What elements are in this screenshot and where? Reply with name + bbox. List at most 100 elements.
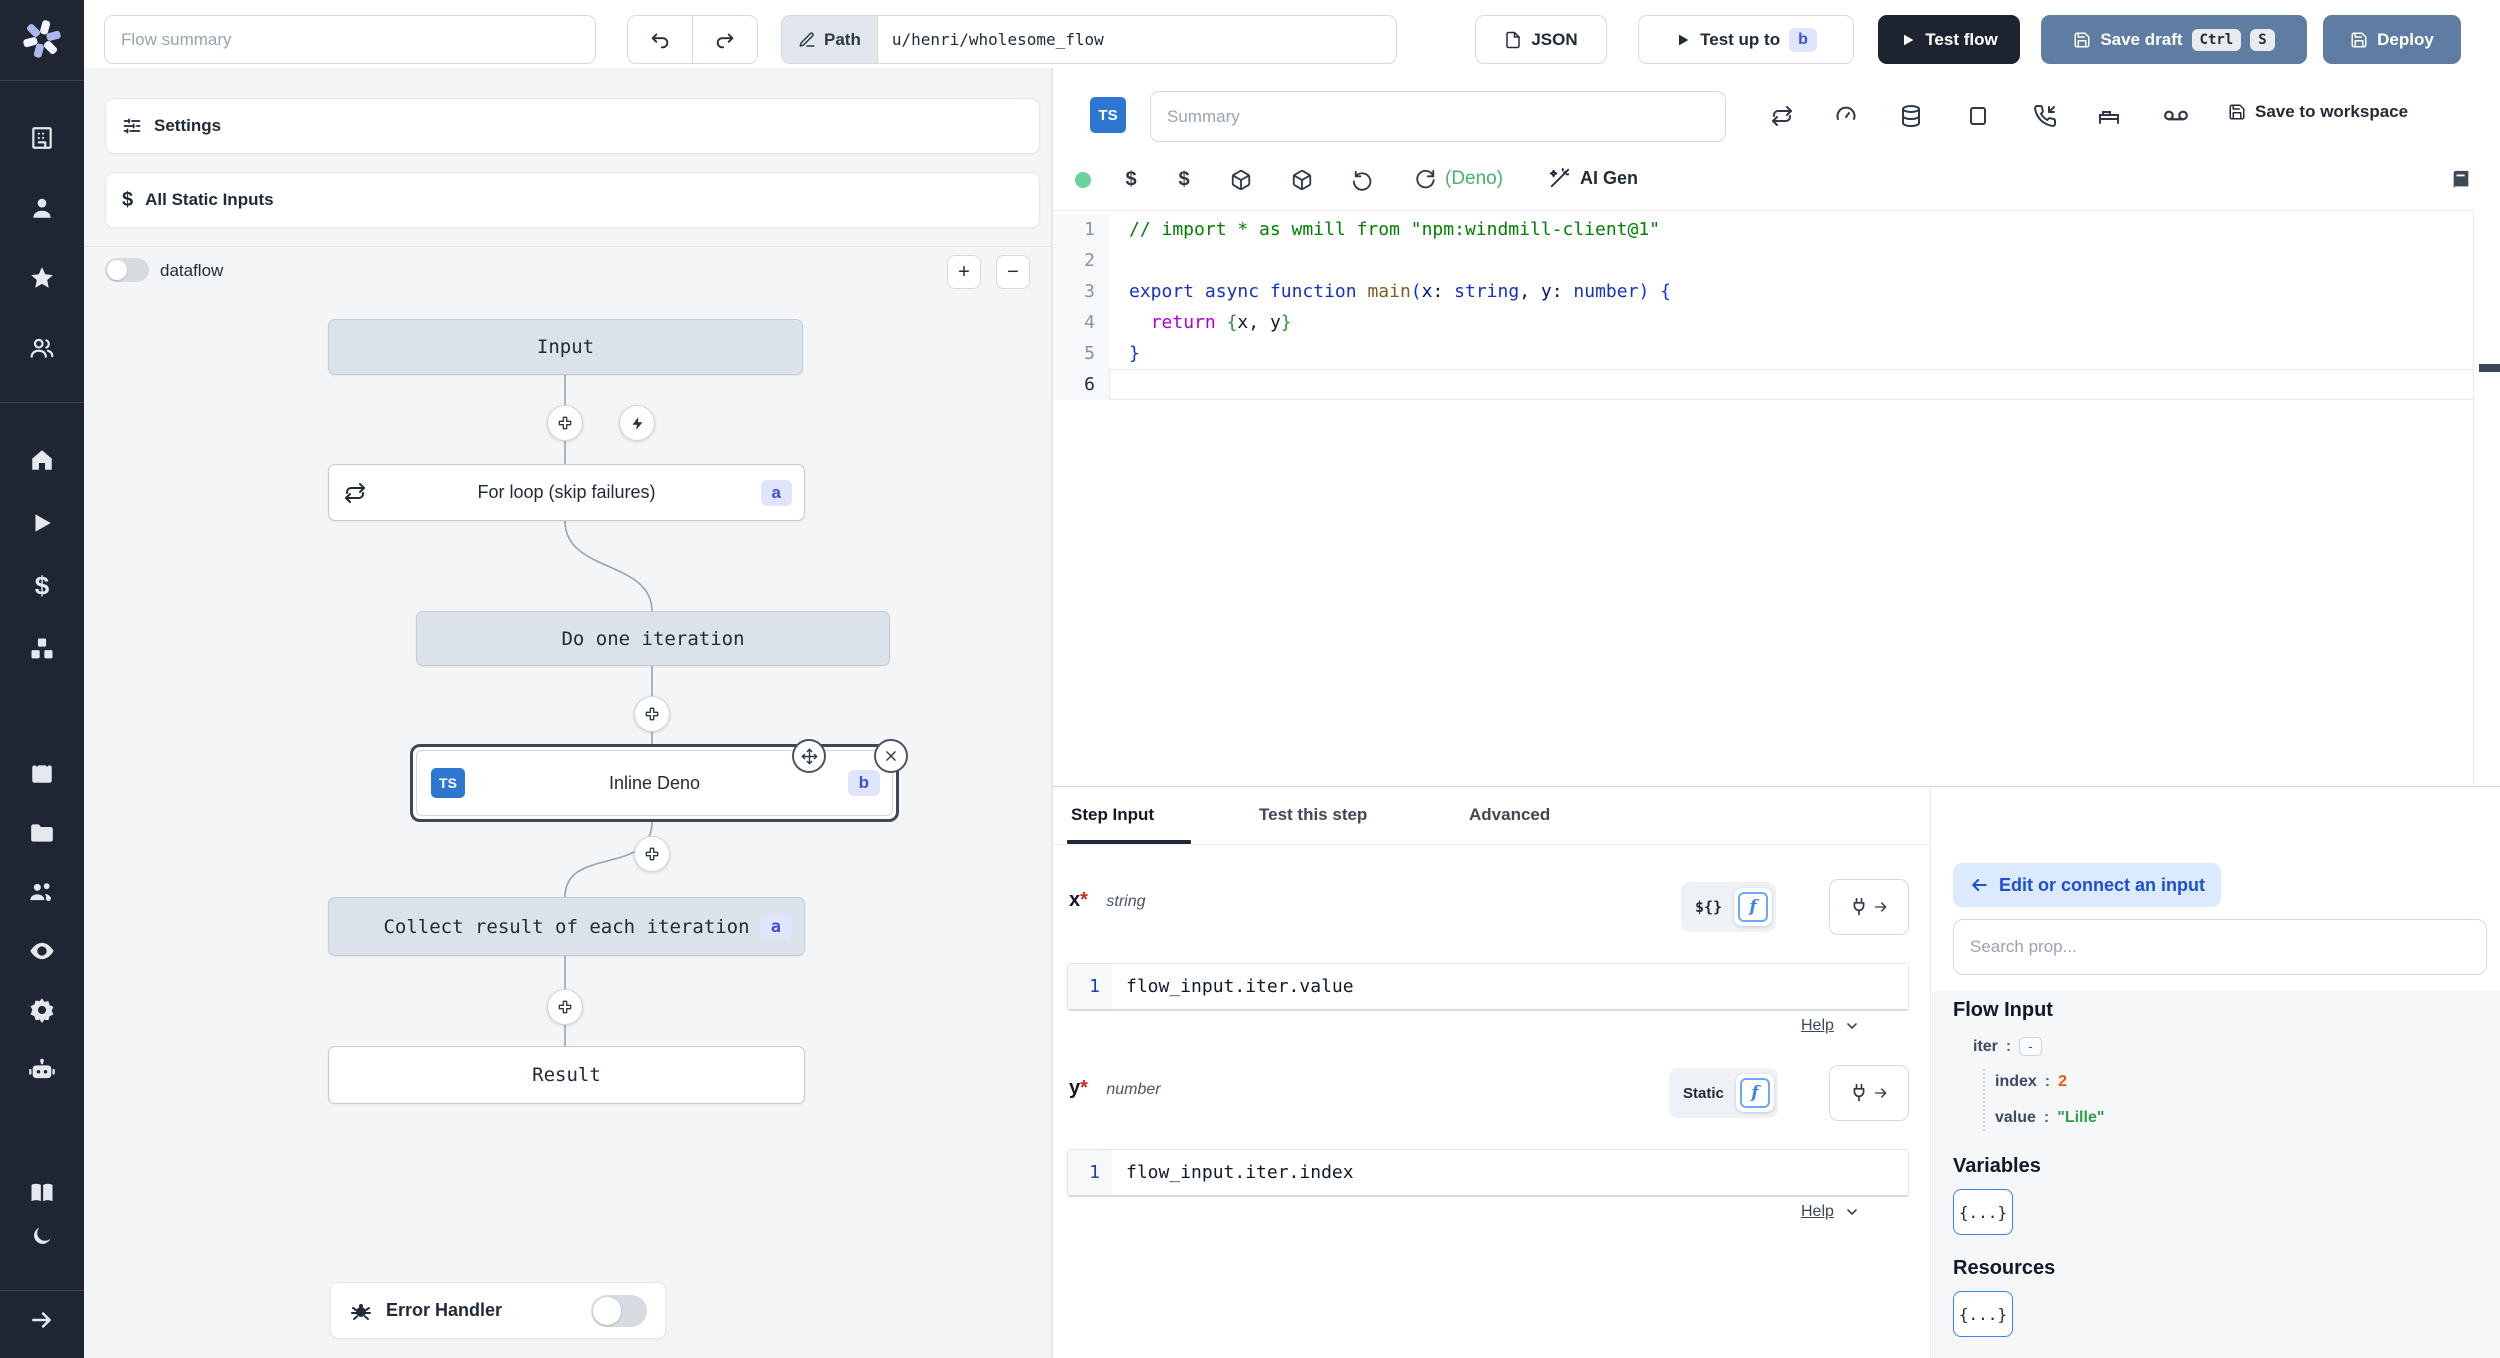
add-step-button[interactable] bbox=[634, 696, 670, 732]
topbar: Path JSON Test up to b Test flow Save dr… bbox=[84, 0, 2500, 69]
field-x-mode-toggle[interactable]: ${} f bbox=[1681, 882, 1777, 932]
variables-icon[interactable]: $ bbox=[35, 571, 49, 602]
favorites-icon[interactable] bbox=[29, 265, 55, 291]
tree-item-iter[interactable]: iter : - bbox=[1973, 1037, 2042, 1056]
field-y-expression[interactable]: 1 flow_input.iter.index bbox=[1067, 1149, 1909, 1197]
delete-node-button[interactable] bbox=[874, 739, 908, 773]
field-y-mode-toggle[interactable]: Static f bbox=[1669, 1068, 1778, 1118]
groups-icon[interactable] bbox=[28, 878, 56, 906]
flow-summary-input[interactable] bbox=[104, 15, 596, 64]
field-x-help-link[interactable]: Help bbox=[1801, 1017, 1860, 1035]
field-y-expression-value: flow_input.iter.index bbox=[1126, 1162, 1354, 1183]
trigger-button[interactable] bbox=[619, 405, 655, 441]
field-x-connect-button[interactable] bbox=[1829, 879, 1909, 935]
code-lines[interactable]: // import * as wmill from "npm:windmill-… bbox=[1109, 214, 2474, 400]
flow-edges bbox=[564, 375, 653, 1046]
resources-expand-button[interactable]: {...} bbox=[1953, 1291, 2013, 1337]
audit-logs-icon[interactable] bbox=[28, 937, 56, 965]
voicemail-icon[interactable] bbox=[2163, 103, 2189, 129]
field-y-help-link[interactable]: Help bbox=[1801, 1203, 1860, 1221]
ai-icon[interactable] bbox=[28, 1056, 56, 1084]
step-panel: Step Input Test this step Advanced x* st… bbox=[1052, 786, 1931, 1358]
add-step-button[interactable] bbox=[547, 989, 583, 1025]
search-prop-input[interactable] bbox=[1953, 919, 2487, 975]
docs-icon[interactable] bbox=[28, 1179, 56, 1207]
gauge-icon[interactable] bbox=[1834, 104, 1858, 128]
value-value: "Lille" bbox=[2057, 1109, 2105, 1126]
repeat-trigger-icon[interactable] bbox=[1770, 104, 1794, 128]
resource-dollar-icon[interactable]: $ bbox=[1178, 169, 1189, 192]
database-icon[interactable] bbox=[1899, 104, 1923, 128]
deploy-button[interactable]: Deploy bbox=[2323, 15, 2461, 64]
tree-item-value[interactable]: value : "Lille" bbox=[1995, 1109, 2104, 1127]
error-handler-toggle[interactable] bbox=[591, 1294, 647, 1327]
field-y-connect-button[interactable] bbox=[1829, 1065, 1909, 1121]
home-icon[interactable] bbox=[29, 447, 55, 473]
field-y-toggle-function[interactable]: f bbox=[1735, 1074, 1774, 1112]
bed-icon[interactable] bbox=[2097, 104, 2121, 128]
field-x-toggle-expr[interactable]: ${} bbox=[1685, 892, 1732, 922]
test-flow-button[interactable]: Test flow bbox=[1878, 15, 2020, 64]
move-icon bbox=[801, 748, 817, 764]
users-icon[interactable] bbox=[29, 335, 55, 361]
tab-step-input[interactable]: Step Input bbox=[1071, 805, 1154, 825]
refresh-icon[interactable] bbox=[1414, 169, 1436, 191]
redo-button[interactable] bbox=[692, 15, 758, 64]
path-input[interactable] bbox=[876, 15, 1397, 64]
plug-icon bbox=[1853, 1083, 1865, 1102]
variable-dollar-icon[interactable]: $ bbox=[1125, 169, 1136, 192]
save-draft-button[interactable]: Save draft Ctrl S bbox=[2041, 15, 2307, 64]
field-x-toggle-function[interactable]: f bbox=[1734, 888, 1773, 926]
node-do-one-iteration[interactable]: Do one iteration bbox=[416, 611, 890, 666]
summary-input[interactable] bbox=[1150, 91, 1726, 142]
iter-collapse-chip[interactable]: - bbox=[2019, 1037, 2042, 1056]
editor-overview-ruler[interactable] bbox=[2473, 210, 2500, 785]
phone-incoming-icon[interactable] bbox=[2033, 104, 2057, 128]
node-result[interactable]: Result bbox=[328, 1046, 805, 1104]
dark-mode-icon[interactable] bbox=[30, 1224, 54, 1248]
resources-icon[interactable] bbox=[28, 635, 56, 663]
tree-item-index[interactable]: index : 2 bbox=[1995, 1073, 2067, 1091]
add-step-button[interactable] bbox=[634, 836, 670, 872]
save-to-workspace-button[interactable]: Save to workspace bbox=[2228, 102, 2408, 122]
node-for-loop-label: For loop (skip failures) bbox=[477, 482, 656, 502]
node-collect-result[interactable]: Collect result of each iteration a bbox=[328, 897, 805, 956]
schedules-icon[interactable] bbox=[29, 760, 55, 786]
chevron-down-icon bbox=[1847, 1209, 1857, 1215]
undo-button[interactable] bbox=[627, 15, 693, 64]
test-up-to-badge: b bbox=[1789, 27, 1817, 52]
node-input-label: Input bbox=[536, 336, 595, 358]
pencil-icon bbox=[799, 31, 815, 47]
variables-expand-button[interactable]: {...} bbox=[1953, 1189, 2013, 1235]
square-route-icon[interactable] bbox=[1966, 104, 1990, 128]
tab-advanced[interactable]: Advanced bbox=[1469, 805, 1550, 825]
edit-or-connect-button[interactable]: Edit or connect an input bbox=[1953, 863, 2221, 907]
expand-icon[interactable] bbox=[29, 1307, 55, 1333]
tab-test-this-step[interactable]: Test this step bbox=[1259, 805, 1367, 825]
kbd-s: S bbox=[2250, 28, 2275, 51]
package-icon[interactable] bbox=[1291, 169, 1313, 191]
workspace-icon[interactable] bbox=[29, 125, 55, 151]
flow-input-title: Flow Input bbox=[1953, 999, 2053, 1021]
node-input[interactable]: Input bbox=[328, 319, 803, 375]
ai-gen-button[interactable]: AI Gen bbox=[1549, 167, 1638, 189]
runs-icon[interactable] bbox=[29, 510, 55, 536]
docs-book-icon[interactable] bbox=[2450, 169, 2472, 191]
node-for-loop[interactable]: For loop (skip failures) a bbox=[328, 464, 805, 521]
add-step-button[interactable] bbox=[547, 405, 583, 441]
move-node-button[interactable] bbox=[792, 739, 826, 773]
folders-icon[interactable] bbox=[29, 820, 55, 846]
function-icon: f bbox=[1738, 892, 1769, 922]
package-icon[interactable] bbox=[1230, 169, 1252, 191]
rotate-ccw-icon[interactable] bbox=[1353, 169, 1375, 191]
field-x-expression[interactable]: 1 flow_input.iter.value bbox=[1067, 963, 1909, 1011]
field-y-toggle-static[interactable]: Static bbox=[1673, 1079, 1734, 1108]
settings-icon[interactable] bbox=[29, 997, 56, 1024]
test-up-to-button[interactable]: Test up to b bbox=[1638, 15, 1854, 64]
user-icon[interactable] bbox=[29, 195, 55, 221]
arrow-right-icon bbox=[1875, 1088, 1887, 1098]
json-button-label: JSON bbox=[1531, 29, 1578, 49]
windmill-logo[interactable] bbox=[21, 18, 63, 60]
json-button[interactable]: JSON bbox=[1475, 15, 1607, 64]
field-x-label: x* string bbox=[1069, 889, 1146, 911]
